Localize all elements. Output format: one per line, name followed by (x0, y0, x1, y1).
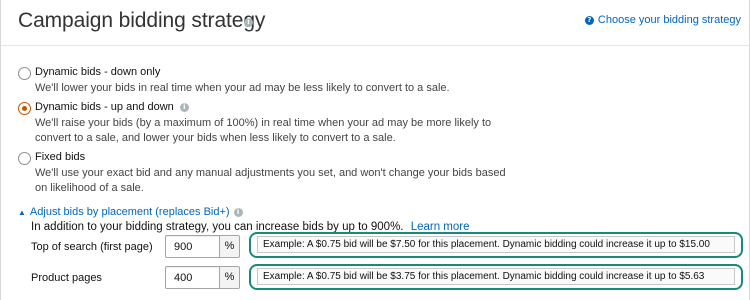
info-icon[interactable]: i (244, 18, 253, 27)
adjust-label: Adjust bids by placement (replaces Bid+) (29, 206, 230, 218)
option-label: Dynamic bids - down only (35, 66, 161, 78)
product-pages-percent-input[interactable] (165, 266, 220, 289)
option-description-line-2: convert to a sale, and lower your bids w… (35, 132, 396, 144)
help-link-label: Choose your bidding strategy (597, 14, 741, 26)
option-label: Fixed bids (35, 151, 86, 163)
highlight-outline: Example: A $0.75 bid will be $7.50 for t… (249, 232, 743, 258)
adjust-bids-by-placement-toggle[interactable]: ▲ Adjust bids by placement (replaces Bid… (18, 206, 243, 218)
placement-label-product-pages: Product pages (31, 272, 102, 284)
option-label: Dynamic bids - up and down i (35, 101, 189, 113)
percent-suffix: % (220, 235, 240, 258)
help-icon: ? (584, 15, 594, 25)
option-label-text: Dynamic bids - up and down (35, 101, 174, 113)
radio-fixed-bids[interactable] (18, 152, 31, 165)
info-icon[interactable]: i (233, 207, 243, 217)
placement-label-top-of-search: Top of search (first page) (31, 241, 153, 253)
option-description-line-1: We'll use your exact bid and any manual … (35, 167, 506, 179)
top-of-search-percent-input[interactable] (165, 235, 220, 258)
placement-example-top-of-search: Example: A $0.75 bid will be $7.50 for t… (257, 236, 735, 253)
choose-bidding-strategy-link[interactable]: ? Choose your bidding strategy (584, 14, 741, 26)
option-description: We'll lower your bids in real time when … (35, 82, 450, 94)
option-description-line-2: on likelihood of a sale. (35, 182, 144, 194)
highlight-outline: Example: A $0.75 bid will be $3.75 for t… (249, 264, 743, 290)
page-title: Campaign bidding strategy (18, 9, 266, 32)
chevron-up-icon: ▲ (18, 207, 26, 217)
percent-suffix: % (220, 266, 240, 289)
campaign-bidding-panel: Campaign bidding strategy i ? Choose you… (0, 0, 750, 300)
placement-example-product-pages: Example: A $0.75 bid will be $3.75 for t… (257, 268, 735, 285)
info-icon[interactable]: i (179, 102, 189, 112)
panel-header: Campaign bidding strategy i ? Choose you… (1, 0, 750, 46)
radio-dynamic-down-only[interactable] (18, 67, 31, 80)
option-description-line-1: We'll raise your bids (by a maximum of 1… (35, 117, 492, 129)
radio-dynamic-up-and-down[interactable] (18, 102, 31, 115)
